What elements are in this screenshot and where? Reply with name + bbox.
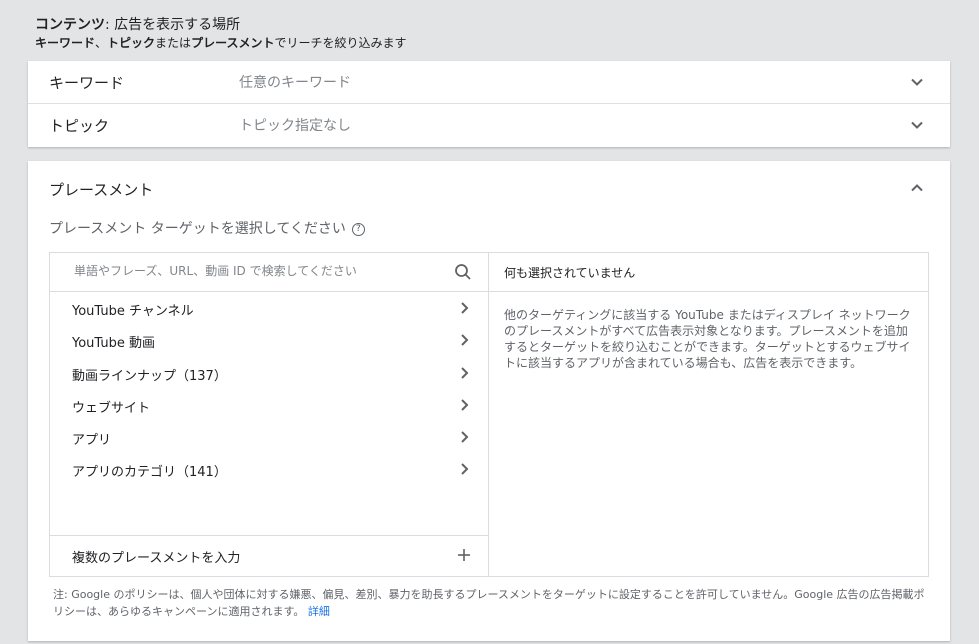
list-item-label: アプリのカテゴリ（141）	[72, 465, 227, 481]
list-item-video-lineup[interactable]: 動画ラインナップ（137）	[50, 357, 488, 389]
category-list: YouTube チャンネル YouTube 動画 動画ラインナップ（137） ウ…	[50, 292, 488, 486]
list-item-label: ウェブサイト	[72, 400, 151, 416]
selected-panel: 何も選択されていません 他のターゲティングに該当する YouTube またはディ…	[489, 253, 928, 576]
list-item-website[interactable]: ウェブサイト	[50, 389, 488, 421]
placement-subtitle: プレースメント ターゲットを選択してください?	[49, 218, 365, 238]
chevron-right-icon	[461, 431, 469, 443]
browse-panel: YouTube チャンネル YouTube 動画 動画ラインナップ（137） ウ…	[50, 253, 489, 576]
chevron-right-icon	[461, 463, 469, 476]
placement-card: プレースメント プレースメント ターゲットを選択してください? YouTube …	[28, 161, 950, 641]
list-item-label: YouTube 動画	[72, 336, 155, 352]
selected-header: 何も選択されていません	[489, 253, 928, 292]
chevron-right-icon	[461, 302, 469, 314]
placement-picker: YouTube チャンネル YouTube 動画 動画ラインナップ（137） ウ…	[49, 252, 929, 577]
section-subtitle: キーワード、トピックまたはプレースメントでリーチを絞り込みます	[35, 36, 407, 50]
list-item-youtube-channel[interactable]: YouTube チャンネル	[50, 292, 488, 324]
targeting-card: キーワード 任意のキーワード トピック トピック指定なし	[28, 61, 950, 147]
placement-title: プレースメント	[49, 181, 154, 199]
search-bar	[50, 253, 488, 292]
help-icon[interactable]: ?	[351, 222, 365, 236]
list-item-label: 動画ラインナップ（137）	[72, 368, 227, 384]
multiple-placements-label: 複数のプレースメントを入力	[72, 551, 241, 566]
chevron-right-icon	[461, 334, 469, 347]
keyword-row[interactable]: キーワード 任意のキーワード	[28, 61, 950, 104]
chevron-down-icon[interactable]	[910, 75, 924, 89]
keyword-value: 任意のキーワード	[239, 75, 351, 91]
list-item-app-category[interactable]: アプリのカテゴリ（141）	[50, 453, 488, 485]
search-icon[interactable]	[454, 263, 472, 281]
plus-icon[interactable]	[457, 548, 471, 562]
chevron-up-icon[interactable]	[910, 181, 924, 195]
policy-note: 注: Google のポリシーは、個人や団体に対する嫌悪、偏見、差別、暴力を助長…	[53, 588, 925, 618]
keyword-title: キーワード	[49, 74, 125, 92]
topic-row[interactable]: トピック トピック指定なし	[28, 104, 950, 146]
chevron-right-icon	[461, 366, 469, 379]
search-input[interactable]	[72, 263, 446, 279]
section-header: コンテンツ: 広告を表示する場所 キーワード、トピックまたはプレースメントでリー…	[35, 16, 406, 52]
list-item-youtube-video[interactable]: YouTube 動画	[50, 324, 488, 356]
list-item-app[interactable]: アプリ	[50, 421, 488, 453]
multiple-placements-row[interactable]: 複数のプレースメントを入力	[50, 535, 488, 576]
selected-description: 他のターゲティングに該当する YouTube またはディスプレイ ネットワークの…	[504, 308, 911, 370]
topic-title: トピック	[49, 117, 110, 135]
list-item-label: YouTube チャンネル	[72, 304, 194, 319]
details-link[interactable]: 詳細	[308, 605, 330, 618]
chevron-down-icon[interactable]	[910, 118, 924, 132]
list-item-label: アプリ	[72, 433, 112, 449]
topic-value: トピック指定なし	[239, 118, 351, 134]
section-title: コンテンツ: 広告を表示する場所	[35, 17, 241, 33]
chevron-right-icon	[461, 399, 469, 411]
